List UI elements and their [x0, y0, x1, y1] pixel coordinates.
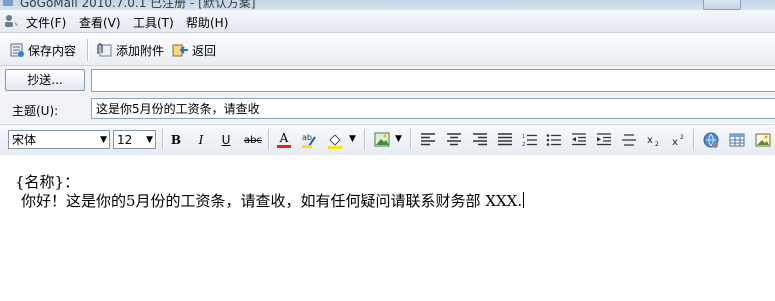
- font-color-label: A: [279, 131, 289, 145]
- toolbar-separator: [87, 39, 89, 61]
- back-label: 返回: [192, 43, 217, 58]
- message-body-editor[interactable]: {名称}： 你好！这是你的5月份的工资条，请查收，如有任何疑问请联系财务部 XX…: [0, 155, 775, 301]
- outdent-icon[interactable]: [571, 133, 587, 147]
- highlight-icon[interactable]: ab: [300, 131, 318, 149]
- body-line-greeting: {名称}：: [15, 173, 80, 191]
- save-button[interactable]: 保存内容: [9, 41, 76, 59]
- subject-row: 主题(U): 这是你5月份的工资条，请查收: [0, 96, 775, 123]
- toolbar-separator: [162, 129, 164, 150]
- subscript-icon[interactable]: x2: [646, 133, 662, 147]
- chevron-down-icon: ▼: [100, 135, 107, 145]
- menu-view[interactable]: 查看(V): [79, 14, 121, 31]
- chevron-down-icon[interactable]: ▼: [395, 134, 402, 144]
- menu-bar: 文件(F) 查看(V) 工具(T) 帮助(H): [0, 10, 775, 33]
- justify-icon[interactable]: [497, 133, 513, 147]
- svg-text:2: 2: [680, 134, 684, 141]
- chevron-down-icon: ▼: [146, 135, 153, 145]
- italic-button[interactable]: I: [192, 131, 210, 149]
- align-right-icon[interactable]: [472, 133, 488, 147]
- svg-text:1: 1: [522, 134, 525, 140]
- cc-input[interactable]: [91, 69, 775, 92]
- bullet-list-icon[interactable]: [546, 133, 562, 147]
- align-left-icon[interactable]: [420, 133, 436, 147]
- subject-label: 主题(U):: [12, 104, 59, 118]
- title-bar: GoGoMail 2010.7.0.1 已注册 - [默认方案]: [0, 0, 775, 10]
- toolbar-separator: [268, 129, 270, 150]
- text-caret: [523, 192, 525, 208]
- back-button[interactable]: 返回: [171, 41, 216, 59]
- save-label: 保存内容: [28, 43, 77, 58]
- svg-text:x: x: [672, 137, 678, 147]
- menu-tools[interactable]: 工具(T): [133, 14, 174, 31]
- toolbar-separator: [364, 129, 366, 150]
- app-icon: [3, 0, 13, 6]
- subject-input[interactable]: 这是你5月份的工资条，请查收: [91, 98, 775, 119]
- font-size-select[interactable]: 12 ▼: [113, 130, 156, 149]
- link-icon[interactable]: [702, 131, 720, 149]
- format-toolbar: 宋体 ▼ 12 ▼ B I U abc A ab ▼ ▼ 12 x2 x2: [0, 124, 775, 156]
- underline-button[interactable]: U: [217, 131, 235, 149]
- menu-file[interactable]: 文件(F): [26, 14, 66, 31]
- strikethrough-button[interactable]: abc: [243, 131, 263, 149]
- numbered-list-icon[interactable]: 12: [522, 133, 538, 147]
- horizontal-rule-icon[interactable]: [621, 133, 637, 147]
- cc-row: 抄送...: [0, 66, 775, 96]
- body-line-content: 你好！这是你的5月份的工资条，请查收，如有任何疑问请联系财务部 XXX.: [21, 190, 525, 211]
- svg-text:ab: ab: [302, 133, 312, 142]
- insert-image-icon[interactable]: [374, 132, 390, 147]
- window-title: GoGoMail 2010.7.0.1 已注册 - [默认方案]: [20, 0, 256, 10]
- indent-icon[interactable]: [596, 133, 612, 147]
- toolbar-separator: [410, 129, 412, 150]
- add-attachment-button[interactable]: 添加附件: [95, 41, 164, 59]
- body-line-text: 你好！这是你的5月份的工资条，请查收，如有任何疑问请联系财务部 XXX.: [21, 192, 523, 210]
- svg-text:2: 2: [655, 141, 659, 147]
- table-icon[interactable]: [729, 132, 745, 148]
- attachment-label: 添加附件: [116, 43, 165, 58]
- user-icon: [5, 15, 18, 27]
- image-icon[interactable]: [755, 132, 771, 148]
- save-icon: [10, 43, 24, 57]
- align-center-icon[interactable]: [446, 133, 462, 147]
- main-toolbar: 保存内容 添加附件 返回: [0, 33, 775, 66]
- fill-color-icon[interactable]: [326, 131, 344, 149]
- minimize-button[interactable]: [703, 0, 741, 10]
- menu-help[interactable]: 帮助(H): [186, 14, 228, 31]
- font-size-value: 12: [117, 133, 133, 147]
- font-family-select[interactable]: 宋体 ▼: [8, 130, 110, 149]
- superscript-icon[interactable]: x2: [671, 133, 687, 147]
- font-family-value: 宋体: [12, 133, 37, 147]
- attachment-icon: [97, 43, 112, 57]
- back-icon: [172, 44, 188, 57]
- font-color-swatch: [277, 145, 291, 148]
- bold-button[interactable]: B: [167, 131, 185, 149]
- svg-text:x: x: [647, 135, 653, 146]
- cc-button[interactable]: 抄送...: [5, 69, 85, 91]
- toolbar-separator: [693, 129, 695, 150]
- chevron-down-icon[interactable]: ▼: [349, 134, 356, 144]
- font-color-button[interactable]: A: [275, 131, 293, 149]
- svg-text:2: 2: [522, 142, 525, 147]
